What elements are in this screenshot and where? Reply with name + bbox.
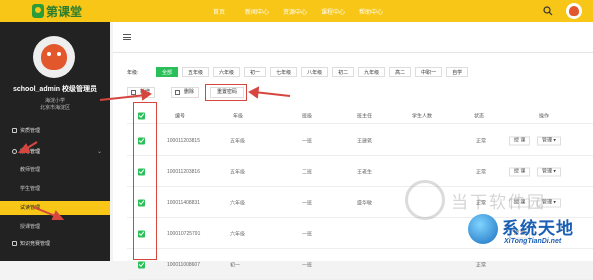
watermark-logo-icon	[405, 180, 445, 220]
watermark-xitongtiandi: 系统天地 XiTongTianDi.net	[468, 210, 592, 258]
row-status: 正常	[476, 262, 487, 268]
row-checkbox[interactable]	[138, 261, 145, 268]
row-class: 一班	[302, 262, 313, 268]
row-grade: 初一	[230, 262, 241, 268]
globe-icon	[468, 214, 498, 244]
row-id: 100011008607	[167, 261, 200, 268]
